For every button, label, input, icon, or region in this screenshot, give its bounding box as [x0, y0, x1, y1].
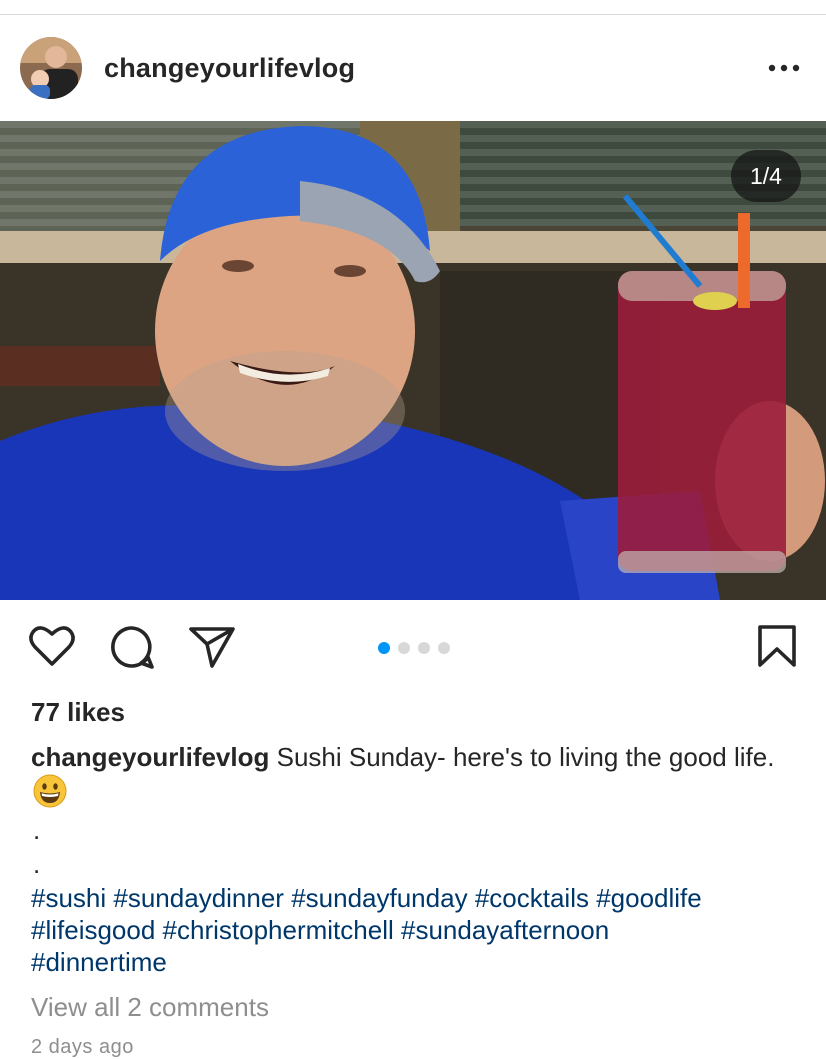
hashtag-link[interactable]: #lifeisgood [31, 915, 155, 945]
likes-count[interactable]: 77 likes [31, 697, 125, 728]
view-comments-link[interactable]: View all 2 comments [31, 992, 269, 1023]
carousel-dot-active [378, 642, 390, 654]
post-header: changeyourlifevlog [0, 15, 826, 121]
share-icon [189, 627, 235, 668]
save-button[interactable] [756, 624, 798, 668]
caption-text: Sushi Sunday- here's to living the good … [269, 742, 775, 772]
profile-avatar[interactable] [20, 37, 82, 99]
hashtag-link[interactable]: #sundayfunday [291, 883, 467, 913]
hashtag-link[interactable]: #goodlife [596, 883, 702, 913]
post-username[interactable]: changeyourlifevlog [104, 53, 355, 84]
caption-username[interactable]: changeyourlifevlog [31, 742, 269, 772]
post-caption: changeyourlifevlog Sushi Sunday- here's … [31, 741, 801, 808]
hashtag-link[interactable]: #sundaydinner [113, 883, 284, 913]
comment-button[interactable] [108, 624, 156, 670]
post-actions-bar [0, 600, 826, 690]
caption-dot-line: . [33, 849, 41, 879]
carousel-dot [438, 642, 450, 654]
more-options-button[interactable] [764, 55, 804, 81]
carousel-dot [418, 642, 430, 654]
like-button[interactable] [28, 624, 76, 668]
caption-dot-line: . [33, 815, 41, 845]
hashtag-link[interactable]: #dinnertime [31, 947, 167, 977]
hashtag-link[interactable]: #christophermitchell [163, 915, 394, 945]
post-photo[interactable] [0, 121, 826, 600]
grinning-face-emoji [33, 774, 67, 808]
media-counter-badge: 1/4 [731, 150, 801, 202]
hashtag-link[interactable]: #cocktails [475, 883, 589, 913]
hashtag-link[interactable]: #sundayafternoon [401, 915, 609, 945]
bookmark-icon [758, 625, 796, 667]
share-button[interactable] [188, 624, 236, 670]
carousel-indicator [378, 642, 450, 654]
hashtag-list: #sushi #sundaydinner #sundayfunday #cock… [31, 882, 811, 978]
more-horizontal-icon [768, 64, 800, 72]
carousel-dot [398, 642, 410, 654]
hashtag-link[interactable]: #sushi [31, 883, 106, 913]
comment-icon [111, 626, 154, 669]
heart-icon [29, 626, 75, 666]
